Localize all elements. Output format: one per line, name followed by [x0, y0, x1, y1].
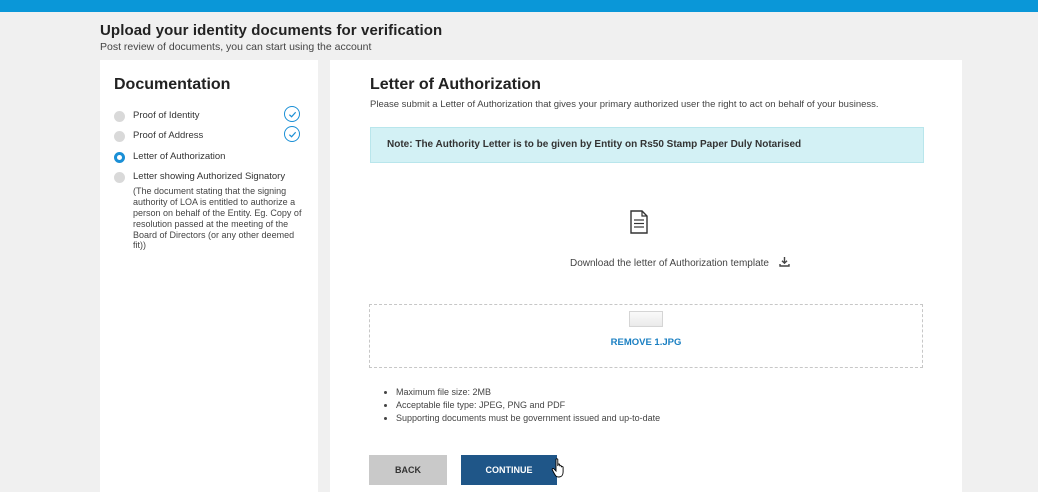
download-template-link[interactable]: Download the letter of Authorization tem… — [530, 256, 830, 270]
main-panel: Letter of Authorization Please submit a … — [330, 60, 962, 492]
step-description: (The document stating that the signing a… — [133, 186, 302, 251]
section-description: Please submit a Letter of Authorization … — [370, 99, 879, 110]
back-button[interactable]: BACK — [369, 455, 447, 485]
list-item: Acceptable file type: JPEG, PNG and PDF — [396, 399, 660, 412]
remove-file-button[interactable]: REMOVE 1.JPG — [611, 337, 682, 348]
sidebar-title: Documentation — [114, 76, 231, 93]
top-accent-bar — [0, 0, 1038, 12]
list-item: Maximum file size: 2MB — [396, 386, 660, 399]
continue-button[interactable]: CONTINUE — [461, 455, 557, 485]
check-circle-icon — [284, 106, 300, 122]
uploaded-file-thumbnail — [629, 311, 663, 327]
step-label: Letter showing Authorized Signatory — [133, 171, 286, 183]
page-title: Upload your identity documents for verif… — [100, 22, 443, 39]
download-label: Download the letter of Authorization tem… — [569, 257, 769, 269]
sidebar-item-letter-of-authorization[interactable]: Letter of Authorization — [114, 151, 304, 163]
step-label: Proof of Identity — [133, 110, 200, 121]
step-radio — [114, 111, 125, 122]
note-banner: Note: The Authority Letter is to be give… — [370, 126, 924, 163]
section-title: Letter of Authorization — [370, 76, 541, 93]
requirements-list: Maximum file size: 2MB Acceptable file t… — [386, 386, 660, 425]
hand-cursor-icon — [551, 458, 567, 483]
step-label: Letter of Authorization — [133, 150, 226, 162]
sidebar-item-proof-of-identity[interactable]: Proof of Identity — [114, 106, 304, 122]
step-label: Proof of Address — [133, 130, 204, 142]
check-circle-icon — [284, 126, 300, 143]
page-subtitle: Post review of documents, you can start … — [100, 41, 372, 53]
sidebar-item-authorized-signatory[interactable]: Letter showing Authorized Signatory — [114, 171, 304, 184]
download-icon — [779, 256, 790, 270]
documentation-sidebar: Documentation Proof of Identity Proof of… — [100, 60, 318, 492]
page-header: Upload your identity documents for verif… — [100, 22, 442, 53]
file-upload-dropzone[interactable]: REMOVE 1.JPG — [369, 304, 923, 368]
list-item: Supporting documents must be government … — [396, 412, 660, 425]
active-step-radio — [114, 151, 125, 163]
sidebar-item-proof-of-address[interactable]: Proof of Address — [114, 126, 304, 143]
document-icon — [630, 210, 648, 239]
step-radio — [114, 172, 125, 184]
step-radio — [114, 131, 125, 143]
